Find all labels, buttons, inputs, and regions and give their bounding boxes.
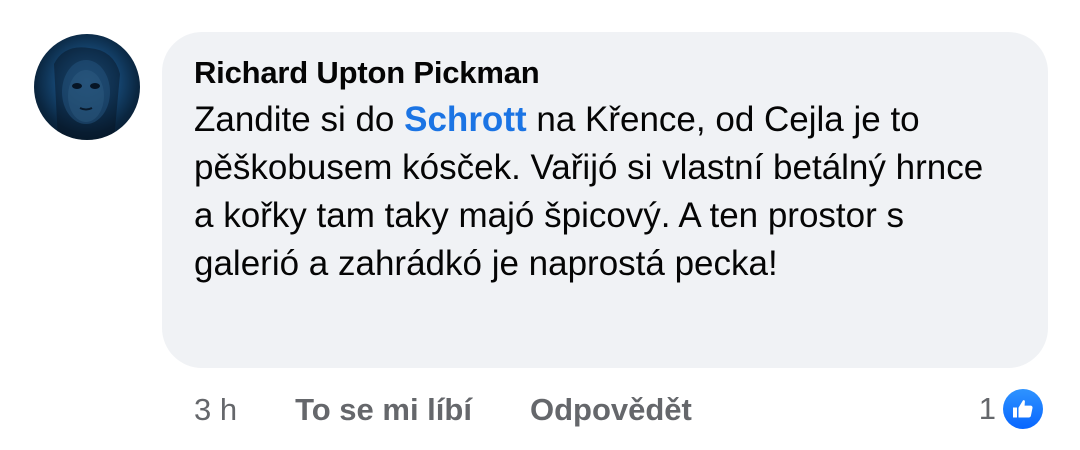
reaction-summary[interactable]: 1 — [979, 386, 1046, 432]
comment-timestamp[interactable]: 3 h — [194, 392, 237, 428]
mention-link[interactable]: Schrott — [404, 100, 527, 139]
comment-actions: 3 h To se mi líbí Odpovědět — [194, 388, 692, 432]
comment-text-start: Zandite si do — [194, 100, 405, 139]
avatar[interactable] — [34, 34, 140, 140]
comment-author[interactable]: Richard Upton Pickman — [194, 52, 1016, 94]
comment: Richard Upton Pickman Zandite si do Schr… — [0, 0, 1080, 450]
reaction-count: 1 — [978, 391, 996, 426]
comment-text: Zandite si do Schrott na Křence, od Cejl… — [194, 96, 994, 288]
reply-button[interactable]: Odpovědět — [530, 392, 692, 428]
thumbs-up-icon — [1003, 389, 1043, 429]
avatar-image — [54, 47, 120, 140]
comment-bubble: Richard Upton Pickman Zandite si do Schr… — [162, 32, 1048, 368]
like-reaction-badge — [1000, 386, 1046, 432]
like-button[interactable]: To se mi líbí — [295, 392, 472, 428]
